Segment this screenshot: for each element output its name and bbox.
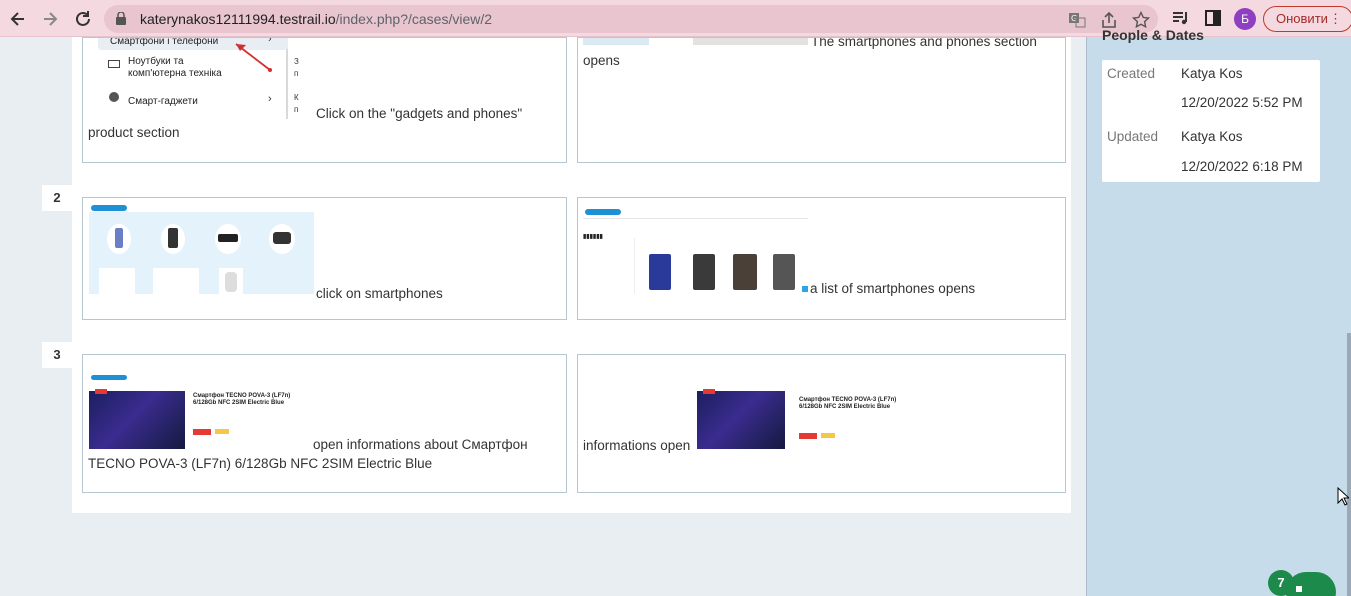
profile-avatar[interactable]: Б [1234,8,1256,30]
people-dates-heading: People & Dates [1102,27,1204,43]
translate-icon[interactable]: G [1068,11,1086,29]
chat-icon [1296,586,1302,592]
step-1-expected-cell: The smartphones and phones section opens [577,37,1066,163]
page-scrollbar[interactable] [1347,333,1351,596]
sale-badge [703,389,715,394]
catalog-button [91,205,127,211]
step-2-content-text: click on smartphones [316,286,443,301]
created-at: 12/20/2022 5:52 PM [1181,95,1303,110]
header-divider [583,218,808,219]
category-tile [161,224,185,254]
step-2-expected-cell: ▮▮▮▮▮▮ a list of smartphones opens [577,197,1066,320]
product-image [733,254,757,290]
laptop-icon [108,60,120,68]
product-title: Смартфон TECNO POVA-3 (LF7n) 6/128Gb NFC… [799,397,897,410]
step-1-content-text: Click on the "gadgets and phones" produc… [88,106,523,140]
promo-badge [821,433,835,438]
details-sidebar: People & Dates Created Katya Kos 12/20/2… [1086,27,1351,596]
created-by[interactable]: Katya Kos [1181,66,1243,81]
product-image [773,254,795,290]
side-panel-icon[interactable] [1204,9,1222,27]
product-image [693,254,715,290]
step-1-content-cell: Смартфони i телефони Ноутбуки та комп'ют… [82,37,567,163]
step-2-expected-screenshot[interactable]: ▮▮▮▮▮▮ [583,206,808,294]
updated-by[interactable]: Katya Kos [1181,129,1243,144]
filters-column [583,238,635,294]
forward-icon[interactable] [40,9,60,29]
url-text[interactable]: katerynakos12111994.testrail.io/index.ph… [140,11,492,27]
product-image [649,254,671,290]
category-tile [219,268,243,294]
step-3-content-cell: Смартфон TECNO POVA-3 (LF7n) 6/128Gb NFC… [82,354,567,493]
product-image [697,391,785,449]
step-3-expected-screenshot[interactable]: Смартфон TECNO POVA-3 (LF7n) 6/128Gb NFC… [697,359,921,449]
watch-icon [109,92,119,102]
menu-dots-icon[interactable]: ⋮ [1329,7,1342,31]
mouse-cursor-icon [1337,487,1349,506]
product-title: Смартфон TECNO POVA-3 (LF7n) 6/128Gb NFC… [193,393,291,406]
media-queue-icon[interactable] [1172,9,1190,27]
step-1-expected-text: The smartphones and phones section opens [583,37,1037,68]
sale-badge [95,389,107,394]
update-browser-button[interactable]: Оновити ⋮ [1263,6,1351,32]
step-2-content-screenshot[interactable] [89,204,314,294]
catalog-button [585,209,621,215]
back-icon[interactable] [8,9,28,29]
category-tile [99,268,135,294]
step-2-expected-text: a list of smartphones opens [810,281,976,296]
updated-label: Updated [1107,129,1159,144]
chat-icon [802,286,808,292]
step-2-content-cell: click on smartphones [82,197,567,320]
step-number: 2 [42,185,72,211]
promo-badge [215,429,229,434]
created-label: Created [1107,66,1156,81]
people-dates-card: Created Katya Kos 12/20/2022 5:52 PM Upd… [1102,60,1320,182]
reload-icon[interactable] [73,9,93,29]
menu-item-phones: Смартфони i телефони [110,38,219,47]
chat-notification-badge[interactable]: 7 [1268,570,1294,596]
category-tile [215,224,241,254]
category-tile [269,224,295,254]
category-tile [107,224,131,254]
lock-icon[interactable] [116,12,126,25]
category-tile [153,268,199,294]
step-3-expected-text: informations open [583,438,691,453]
step-3-expected-cell: informations open Смартфон TECNO POVA-3 … [577,354,1066,493]
address-bar[interactable]: katerynakos12111994.testrail.io/index.ph… [104,5,1158,33]
price-tag [799,433,817,439]
red-arrow-annotation [235,43,272,72]
catalog-button [91,375,127,380]
step-number: 3 [42,342,72,368]
step-3-content-text: open informations about Смартфон TECNO P… [88,437,528,471]
updated-at: 12/20/2022 6:18 PM [1181,159,1303,174]
